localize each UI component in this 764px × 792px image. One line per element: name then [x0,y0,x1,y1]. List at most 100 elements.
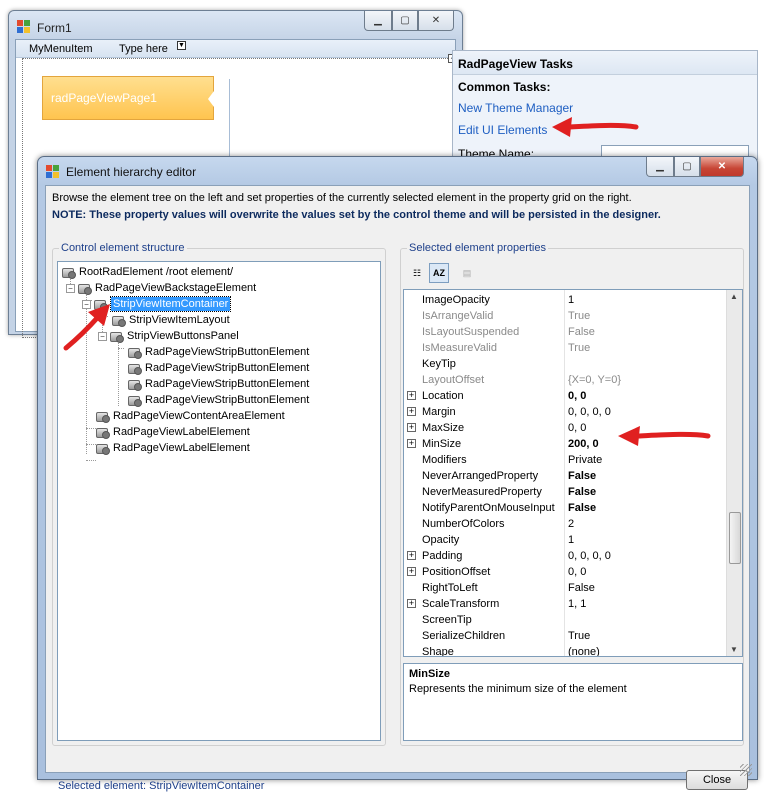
tree-node-content-area[interactable]: RadPageViewContentAreaElement [96,408,285,424]
expand-icon[interactable]: + [407,391,416,400]
scroll-down-icon[interactable]: ▼ [730,645,738,654]
property-value[interactable]: False [568,502,596,514]
tree-node-label: RadPageViewLabelElement [113,442,250,454]
dialog-client: Browse the element tree on the left and … [45,185,750,792]
resize-grip-icon[interactable] [740,764,752,776]
property-value[interactable]: False [568,582,595,594]
description-title: MinSize [409,668,450,680]
property-value[interactable]: 1 [568,534,574,546]
tree-node-stripviewitemlayout[interactable]: StripViewItemLayout [112,312,230,328]
dialog-close-icon[interactable]: ✕ [700,157,744,177]
property-value[interactable]: 200, 0 [568,438,599,450]
property-scrollbar[interactable]: ▲ ▼ [726,290,742,656]
form1-title: Form1 [37,21,72,35]
chevron-down-icon[interactable]: ▼ [177,41,186,50]
property-row[interactable]: + Padding 0, 0, 0, 0 [404,548,726,564]
property-name: Opacity [422,534,460,546]
tree-node-strip-button-element[interactable]: RadPageViewStripButtonElement [128,344,309,360]
element-icon [128,379,142,391]
property-grid[interactable]: ImageOpacity 1 IsArrangeValid True IsLayou… [403,289,743,657]
property-row[interactable]: Modifiers Private [404,452,726,468]
tree-node-strip-button-element[interactable]: RadPageViewStripButtonElement [128,360,309,376]
property-row[interactable]: NumberOfColors 2 [404,516,726,532]
categorized-sort-icon[interactable]: ☷ [407,263,427,283]
property-row[interactable]: KeyTip [404,356,726,372]
edit-ui-elements-link[interactable]: Edit UI Elements [458,123,547,137]
annotation-arrow-icon [552,117,639,137]
menu-item-type-here[interactable]: Type here [119,43,168,55]
property-value[interactable]: 1 [568,294,574,306]
tree-node-strip-button-element[interactable]: RadPageViewStripButtonElement [128,376,309,392]
property-row[interactable]: NotifyParentOnMouseInput False [404,500,726,516]
property-row[interactable]: Shape (none) [404,644,726,656]
info-text: Browse the element tree on the left and … [52,192,632,204]
close-icon[interactable]: ✕ [418,11,454,31]
property-row[interactable]: NeverMeasuredProperty False [404,484,726,500]
property-row[interactable]: SerializeChildren True [404,628,726,644]
collapse-icon[interactable]: − [66,283,75,293]
property-value[interactable]: False [568,470,596,482]
property-value[interactable]: False [568,486,596,498]
minimize-button[interactable]: ▁ [364,11,392,31]
expand-icon[interactable]: + [407,423,416,432]
property-value[interactable]: True [568,630,590,642]
new-theme-manager-link[interactable]: New Theme Manager [458,101,573,115]
property-name: IsLayoutSuspended [422,326,520,338]
property-value[interactable]: 0, 0, 0, 0 [568,550,611,562]
property-pages-icon[interactable]: ▤ [457,263,477,283]
expand-icon[interactable]: + [407,439,416,448]
property-row[interactable]: IsMeasureValid True [404,340,726,356]
tasks-panel: RadPageView Tasks Common Tasks: New Them… [452,50,758,161]
property-row[interactable]: NeverArrangedProperty False [404,468,726,484]
expand-icon[interactable]: + [407,407,416,416]
property-row[interactable]: Opacity 1 [404,532,726,548]
property-row[interactable]: RightToLeft False [404,580,726,596]
property-name: ImageOpacity [422,294,490,306]
menu-item-mymenuitem[interactable]: MyMenuItem [29,43,93,55]
expand-icon[interactable]: + [407,551,416,560]
property-value[interactable]: (none) [568,646,600,656]
tree-node-backstage[interactable]: − RadPageViewBackstageElement [66,280,256,296]
selected-properties-label: Selected element properties [407,242,548,254]
property-row[interactable]: ImageOpacity 1 [404,292,726,308]
scroll-thumb[interactable] [729,512,741,564]
tree-node-label: StripViewItemContainer [109,296,232,312]
property-name: NotifyParentOnMouseInput [422,502,555,514]
property-row[interactable]: + ScaleTransform 1, 1 [404,596,726,612]
strip-button-page1[interactable]: radPageViewPage1 [42,76,214,120]
property-value: False [568,326,595,338]
close-button[interactable]: Close [686,770,748,790]
property-value[interactable]: 0, 0, 0, 0 [568,406,611,418]
property-row[interactable]: + Location 0, 0 [404,388,726,404]
property-row[interactable]: + Margin 0, 0, 0, 0 [404,404,726,420]
property-value[interactable]: 2 [568,518,574,530]
tree-node-label: RadPageViewStripButtonElement [145,346,310,358]
tree-node-label-element[interactable]: RadPageViewLabelElement [96,440,250,456]
property-value[interactable]: 1, 1 [568,598,586,610]
property-value: {X=0, Y=0} [568,374,622,386]
tree-node-stripviewbuttonspanel[interactable]: − StripViewButtonsPanel [98,328,239,344]
property-row[interactable]: IsLayoutSuspended False [404,324,726,340]
property-value[interactable]: 0, 0 [568,390,586,402]
alphabetical-sort-icon[interactable]: AZ [429,263,449,283]
property-row[interactable]: ScreenTip [404,612,726,628]
property-value[interactable]: 0, 0 [568,566,586,578]
dialog-minimize-button[interactable]: ▁ [646,157,674,177]
property-name: Margin [422,406,456,418]
property-row[interactable]: LayoutOffset {X=0, Y=0} [404,372,726,388]
property-name: IsArrangeValid [422,310,494,322]
tree-node-label-element[interactable]: RadPageViewLabelElement [96,424,250,440]
expand-icon[interactable]: + [407,567,416,576]
expand-icon[interactable]: + [407,599,416,608]
element-icon [96,411,110,423]
property-row[interactable]: IsArrangeValid True [404,308,726,324]
property-name: ScaleTransform [422,598,500,610]
property-value[interactable]: 0, 0 [568,422,586,434]
property-row[interactable]: + PositionOffset 0, 0 [404,564,726,580]
tree-node-root[interactable]: RootRadElement /root element/ [62,264,233,280]
scroll-up-icon[interactable]: ▲ [730,292,738,301]
property-value[interactable]: Private [568,454,602,466]
maximize-button[interactable]: ▢ [392,11,418,31]
dialog-maximize-button[interactable]: ▢ [674,157,700,177]
tree-node-strip-button-element[interactable]: RadPageViewStripButtonElement [128,392,309,408]
